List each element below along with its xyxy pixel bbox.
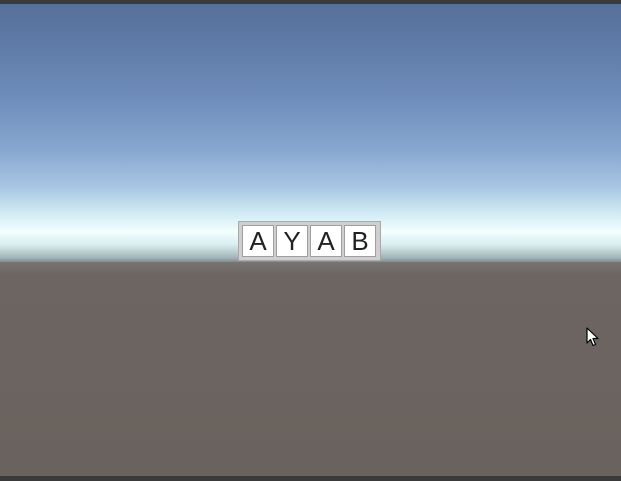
ground-plane xyxy=(0,262,621,481)
letter-tile-panel: A Y A B xyxy=(238,221,381,261)
letter-tile-4[interactable]: B xyxy=(344,225,376,257)
letter-tile-3[interactable]: A xyxy=(310,225,342,257)
letter-tile-2[interactable]: Y xyxy=(276,225,308,257)
letter-tile-1[interactable]: A xyxy=(242,225,274,257)
game-viewport[interactable]: A Y A B xyxy=(0,0,621,481)
viewport-top-border xyxy=(0,0,621,4)
mouse-pointer-icon xyxy=(586,327,599,347)
viewport-bottom-border xyxy=(0,476,621,481)
